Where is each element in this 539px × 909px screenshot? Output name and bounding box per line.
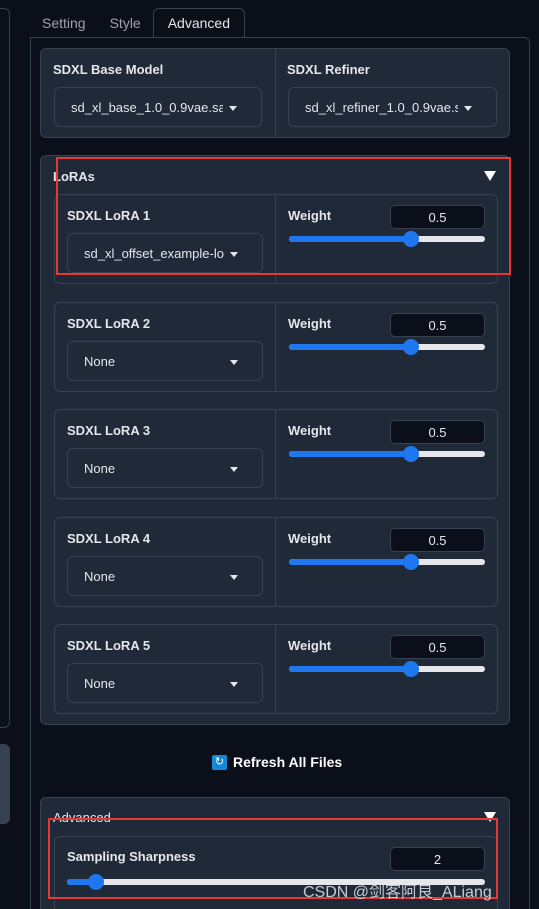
lora-row: SDXL LoRA 3 None Weight 0.5 xyxy=(54,409,498,499)
lora-weight-input[interactable]: 0.5 xyxy=(390,205,485,229)
lora-divider xyxy=(275,195,276,283)
lora-model-value: None xyxy=(84,568,116,584)
slider-fill xyxy=(289,236,411,242)
lora-model-dropdown[interactable]: sd_xl_offset_example-lora_1.0.safetensor… xyxy=(67,233,263,273)
lora-label: SDXL LoRA 3 xyxy=(67,423,151,438)
refiner-dropdown[interactable]: sd_xl_refiner_1.0_0.9vae.safetensors xyxy=(288,87,497,127)
slider-fill xyxy=(289,451,411,457)
lora-model-value: None xyxy=(84,353,116,369)
lora-weight-slider[interactable] xyxy=(289,231,485,247)
slider-fill xyxy=(289,666,411,672)
lora-weight-input[interactable]: 0.5 xyxy=(390,527,485,552)
lora-weight-input[interactable]: 0.5 xyxy=(390,635,485,659)
refresh-all-files-button[interactable]: ↻ Refresh All Files xyxy=(212,752,342,772)
model-divider xyxy=(275,49,276,137)
sampling-sharpness-label: Sampling Sharpness xyxy=(67,849,196,864)
sampling-sharpness-input[interactable]: 2 xyxy=(390,847,485,871)
slider-thumb[interactable] xyxy=(88,874,105,890)
loras-accordion: LoRAs SDXL LoRA 1 sd_xl_offset_example-lo… xyxy=(40,155,510,725)
collapse-triangle-icon[interactable] xyxy=(484,812,496,822)
lora-weight-slider[interactable] xyxy=(289,338,485,355)
weight-label: Weight xyxy=(288,315,332,331)
slider-thumb[interactable] xyxy=(402,661,419,677)
slider-thumb[interactable] xyxy=(402,231,419,247)
collapse-triangle-icon[interactable] xyxy=(484,171,496,181)
weight-label: Weight xyxy=(288,530,332,546)
lora-weight-input[interactable]: 0.5 xyxy=(390,312,485,337)
chevron-down-icon xyxy=(230,682,238,687)
lora-model-dropdown[interactable]: None xyxy=(67,340,263,381)
weight-label: Weight xyxy=(288,423,332,438)
lora-model-dropdown[interactable]: None xyxy=(67,555,263,596)
advanced-title[interactable]: Advanced xyxy=(53,810,111,825)
refresh-icon: ↻ xyxy=(212,754,227,770)
lora-model-value: None xyxy=(84,461,116,476)
chevron-down-icon xyxy=(230,574,238,580)
lora-weight-input[interactable]: 0.5 xyxy=(390,420,485,444)
lora-row: SDXL LoRA 5 None Weight 0.5 xyxy=(54,624,498,714)
lora-divider xyxy=(275,302,276,391)
lora-label: SDXL LoRA 4 xyxy=(67,530,151,546)
left-panel-button-edge[interactable] xyxy=(0,744,10,824)
weight-label: Weight xyxy=(288,208,332,223)
slider-fill xyxy=(289,558,411,565)
slider-thumb[interactable] xyxy=(402,553,419,570)
tab-advanced[interactable]: Advanced xyxy=(152,8,245,38)
lora-weight-slider[interactable] xyxy=(289,661,485,677)
lora-divider xyxy=(275,410,276,498)
tab-style[interactable]: Style xyxy=(98,8,153,38)
slider-thumb[interactable] xyxy=(402,446,419,462)
lora-model-value: sd_xl_offset_example-lora_1.0.safetensor… xyxy=(84,246,224,261)
tab-bar: Setting Style Advanced xyxy=(30,8,245,38)
chevron-down-icon xyxy=(230,359,238,365)
lora-label: SDXL LoRA 1 xyxy=(67,208,151,223)
chevron-down-icon xyxy=(464,106,472,111)
lora-model-dropdown[interactable]: None xyxy=(67,663,263,703)
chevron-down-icon xyxy=(230,467,238,472)
base-model-dropdown[interactable]: sd_xl_base_1.0_0.9vae.safetensors xyxy=(54,87,262,127)
refiner-label: SDXL Refiner xyxy=(287,62,370,77)
model-selection-panel: SDXL Base Model sd_xl_base_1.0_0.9vae.sa… xyxy=(40,48,510,138)
lora-model-dropdown[interactable]: None xyxy=(67,448,263,488)
weight-label: Weight xyxy=(288,638,332,653)
refiner-value: sd_xl_refiner_1.0_0.9vae.safetensors xyxy=(305,100,458,115)
slider-fill xyxy=(289,343,411,350)
lora-weight-slider[interactable] xyxy=(289,553,485,570)
loras-title[interactable]: LoRAs xyxy=(53,169,95,184)
lora-divider xyxy=(275,625,276,713)
lora-divider xyxy=(275,517,276,606)
lora-label: SDXL LoRA 2 xyxy=(67,315,151,331)
lora-model-value: None xyxy=(84,676,116,691)
lora-label: SDXL LoRA 5 xyxy=(67,638,151,653)
base-model-label: SDXL Base Model xyxy=(53,62,164,77)
slider-thumb[interactable] xyxy=(402,338,419,355)
lora-row: SDXL LoRA 4 None Weight 0.5 xyxy=(54,516,498,607)
left-panel-edge xyxy=(0,8,10,728)
base-model-value: sd_xl_base_1.0_0.9vae.safetensors xyxy=(71,100,223,115)
tab-setting[interactable]: Setting xyxy=(30,8,98,38)
watermark: CSDN @剑客阿良_ALiang xyxy=(303,884,492,901)
refresh-label: Refresh All Files xyxy=(233,754,343,770)
lora-row: SDXL LoRA 2 None Weight 0.5 xyxy=(54,301,498,392)
lora-weight-slider[interactable] xyxy=(289,446,485,462)
chevron-down-icon xyxy=(230,252,238,257)
lora-row: SDXL LoRA 1 sd_xl_offset_example-lora_1.0… xyxy=(54,194,498,284)
chevron-down-icon xyxy=(229,106,237,111)
